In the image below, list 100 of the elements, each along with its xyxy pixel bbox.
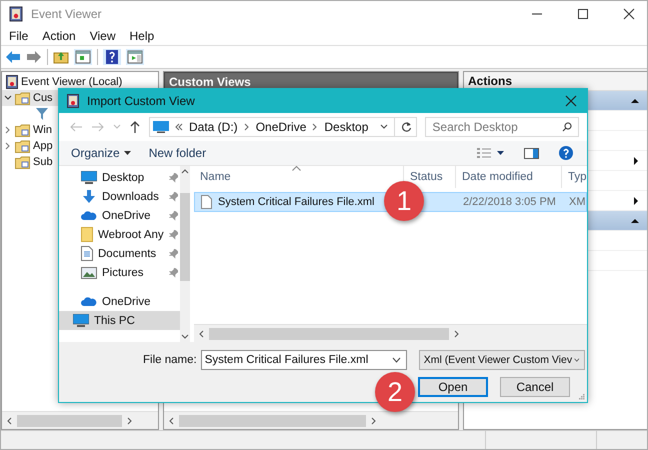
menu-item[interactable]: File	[9, 29, 28, 43]
caret-icon[interactable]	[497, 151, 504, 155]
search-box[interactable]: Search Desktop	[425, 117, 579, 137]
breadcrumb[interactable]: Desktop	[324, 120, 368, 134]
tree-item[interactable]: Cus	[33, 92, 53, 104]
chevron-down-icon[interactable]	[4, 94, 12, 102]
horizontal-scrollbar[interactable]	[164, 411, 458, 429]
chevron-down-icon[interactable]	[574, 357, 580, 363]
menu-item[interactable]: Action	[42, 29, 76, 43]
tree-item[interactable]: Event Viewer (Local)	[21, 76, 122, 88]
help-icon[interactable]	[559, 146, 573, 160]
pictures-icon	[81, 266, 97, 278]
nav-item[interactable]: Pictures	[59, 263, 180, 282]
vertical-scrollbar[interactable]	[180, 166, 190, 342]
file-name: System Critical Failures File.xml	[218, 196, 374, 208]
scroll-right-icon[interactable]	[127, 416, 132, 424]
cloud-icon	[81, 210, 97, 221]
scroll-left-icon[interactable]	[169, 416, 174, 424]
horizontal-scrollbar[interactable]	[2, 411, 158, 429]
cancel-button[interactable]: Cancel	[500, 377, 570, 397]
organize-button[interactable]: Organize	[65, 144, 137, 162]
help-icon[interactable]	[103, 49, 121, 65]
address-bar[interactable]: Data (D:) OneDrive Desktop	[149, 117, 418, 137]
submenu-arrow-icon[interactable]	[633, 196, 639, 204]
panel-icon[interactable]	[126, 49, 144, 65]
folder-icon	[15, 140, 30, 152]
chevron-right-icon[interactable]	[4, 126, 12, 134]
collapse-arrow-icon[interactable]	[631, 98, 639, 104]
app-icon	[9, 6, 23, 22]
window-title: Event Viewer	[31, 7, 102, 21]
document-icon	[81, 246, 93, 261]
pin-icon[interactable]	[168, 192, 178, 202]
folder-up-icon[interactable]	[53, 50, 69, 64]
menu-item[interactable]: Help	[130, 29, 154, 43]
collapse-arrow-icon[interactable]	[631, 218, 639, 224]
refresh-icon[interactable]	[401, 121, 412, 133]
scroll-left-icon[interactable]	[7, 416, 12, 424]
monitor-icon	[153, 121, 169, 133]
resize-grip-icon[interactable]	[579, 394, 585, 400]
file-type-dropdown[interactable]: Xml (Event Viewer Custom Viev	[418, 350, 585, 370]
dialog-title: Import Custom View	[87, 94, 195, 108]
open-button[interactable]: Open	[418, 377, 488, 397]
scroll-up-icon[interactable]	[180, 169, 189, 174]
breadcrumb[interactable]: OneDrive	[256, 120, 306, 134]
nav-item[interactable]: Downloads	[59, 187, 180, 206]
chevron-down-icon[interactable]	[380, 123, 388, 131]
nav-item[interactable]: Webroot Any	[59, 225, 180, 244]
folder-icon	[15, 156, 30, 168]
preview-pane-icon[interactable]	[524, 148, 539, 158]
column-header[interactable]: Date modified	[456, 166, 562, 188]
breadcrumb[interactable]: Data (D:)	[189, 120, 238, 134]
monitor-icon	[81, 171, 97, 184]
scroll-left-icon[interactable]	[199, 330, 204, 338]
folder-icon	[81, 227, 93, 242]
scroll-right-icon[interactable]	[454, 330, 459, 338]
pin-icon[interactable]	[168, 268, 178, 278]
submenu-arrow-icon[interactable]	[633, 156, 639, 164]
event-viewer-icon	[67, 94, 79, 108]
new-folder-button[interactable]: New folder	[142, 144, 212, 162]
search-field[interactable]: Search Desktop	[426, 118, 562, 136]
scroll-down-icon[interactable]	[180, 334, 189, 339]
close-icon[interactable]	[623, 8, 635, 20]
cloud-icon	[81, 296, 97, 307]
pin-icon[interactable]	[168, 210, 178, 220]
menu-item[interactable]: View	[90, 29, 116, 43]
search-icon	[562, 122, 572, 132]
folder-icon	[15, 92, 30, 104]
maximize-icon[interactable]	[577, 8, 589, 20]
chevron-down-icon[interactable]	[392, 357, 401, 363]
nav-item[interactable]: Desktop	[59, 168, 180, 187]
view-list-icon[interactable]	[477, 148, 491, 158]
file-name-label: File name:	[143, 354, 197, 366]
back-arrow-icon[interactable]	[5, 50, 21, 64]
pin-icon[interactable]	[168, 172, 178, 182]
pin-icon[interactable]	[168, 230, 178, 240]
nav-item[interactable]: OneDrive	[59, 206, 180, 225]
nav-item[interactable]: Documents	[59, 244, 180, 263]
filter-icon	[36, 108, 48, 120]
horizontal-scrollbar[interactable]	[194, 324, 587, 342]
pin-icon[interactable]	[168, 248, 178, 258]
column-header[interactable]: Typ	[562, 166, 587, 188]
file-name-field[interactable]: System Critical Failures File.xml	[200, 350, 407, 370]
double-chevron-icon	[175, 123, 183, 131]
panel-icon[interactable]	[74, 49, 92, 65]
chevron-right-icon[interactable]	[4, 142, 12, 150]
file-icon	[201, 195, 212, 209]
up-arrow-icon[interactable]	[129, 120, 141, 134]
close-icon[interactable]	[565, 95, 577, 107]
forward-arrow-icon[interactable]	[26, 50, 42, 64]
nav-item[interactable]: This PC	[59, 311, 180, 330]
event-viewer-icon	[6, 75, 18, 89]
tree-item[interactable]: Win	[33, 124, 52, 136]
nav-item[interactable]: OneDrive	[59, 292, 180, 311]
file-date: 2/22/2018 3:05 PM	[462, 196, 557, 208]
caret-icon	[124, 151, 131, 155]
tree-item[interactable]: App	[33, 140, 53, 152]
monitor-icon	[73, 314, 89, 327]
download-arrow-icon	[81, 190, 97, 204]
tree-item[interactable]: Sub	[33, 156, 53, 168]
scroll-right-icon[interactable]	[371, 416, 376, 424]
